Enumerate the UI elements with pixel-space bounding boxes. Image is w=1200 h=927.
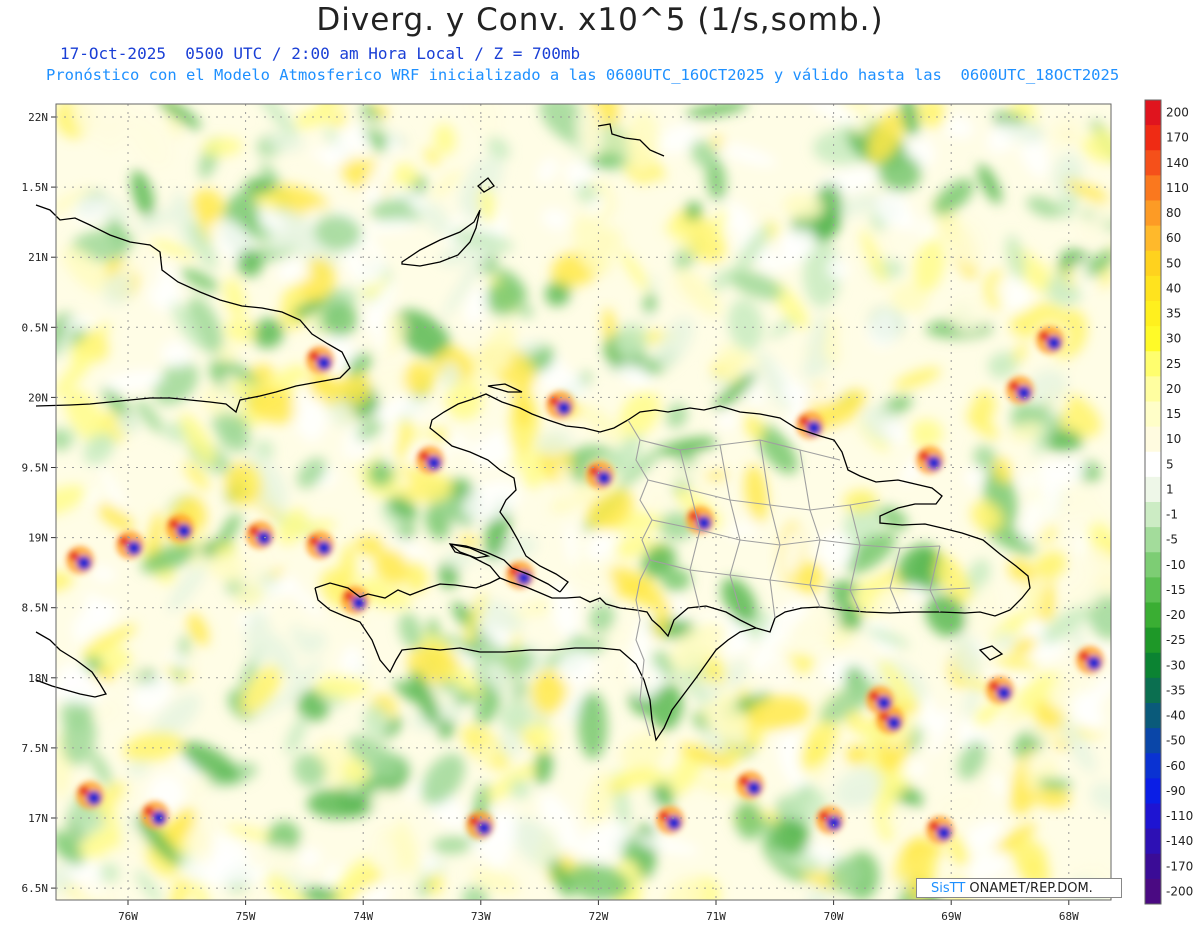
divergence-map: 22N 1.5N 21N 0.5N 20N 9.5N 19N 8.5N 18N 7.5N 17N 6.… bbox=[22, 99, 1193, 923]
lon-label: 71W bbox=[706, 910, 726, 923]
colorbar-swatch bbox=[1145, 351, 1161, 377]
lon-label: 73W bbox=[471, 910, 491, 923]
colorbar-swatch bbox=[1145, 476, 1161, 503]
lon-label: 75W bbox=[236, 910, 256, 923]
colorbar-label: 170 bbox=[1166, 131, 1189, 145]
colorbar-swatch bbox=[1145, 778, 1161, 804]
colorbar-label: 110 bbox=[1166, 181, 1189, 195]
colorbar-label: 200 bbox=[1166, 106, 1189, 120]
colorbar-label: 1 bbox=[1166, 482, 1174, 496]
lat-label: 20N bbox=[28, 391, 48, 404]
colorbar-label: 10 bbox=[1166, 432, 1181, 446]
lon-label: 72W bbox=[588, 910, 608, 923]
colorbar-label: -25 bbox=[1166, 633, 1186, 647]
colorbar-label: -10 bbox=[1166, 558, 1186, 572]
colorbar-swatch bbox=[1145, 652, 1161, 679]
colorbar-swatch bbox=[1145, 225, 1161, 252]
colorbar-swatch bbox=[1145, 301, 1161, 327]
colorbar-label: -200 bbox=[1166, 884, 1193, 898]
colorbar-label: -50 bbox=[1166, 734, 1186, 748]
colorbar-swatch bbox=[1145, 552, 1161, 578]
lon-label: 69W bbox=[941, 910, 961, 923]
colorbar: 200 170 140 110 80 60 50 40 35 30 25 20 15 10 5 1 -1 -5 -1… bbox=[1144, 99, 1193, 905]
colorbar-swatch bbox=[1145, 728, 1161, 754]
colorbar-label: -90 bbox=[1166, 784, 1186, 798]
colorbar-swatch bbox=[1145, 426, 1161, 453]
colorbar-label: -170 bbox=[1166, 859, 1193, 873]
colorbar-swatch bbox=[1145, 677, 1161, 704]
colorbar-swatch bbox=[1145, 150, 1161, 176]
lon-label: 76W bbox=[118, 910, 138, 923]
colorbar-swatch bbox=[1145, 502, 1161, 528]
colorbar-swatch bbox=[1145, 275, 1161, 302]
colorbar-swatch bbox=[1145, 175, 1161, 201]
colorbar-swatch bbox=[1145, 577, 1161, 603]
colorbar-swatch bbox=[1145, 326, 1161, 352]
lat-label: 1.5N bbox=[22, 181, 49, 194]
credit-text: ONAMET/REP.DOM. bbox=[965, 881, 1093, 896]
lon-label: 70W bbox=[824, 910, 844, 923]
colorbar-swatch bbox=[1145, 100, 1161, 126]
colorbar-label: 140 bbox=[1166, 156, 1189, 170]
colorbar-label: -20 bbox=[1166, 608, 1186, 622]
colorbar-swatch bbox=[1145, 250, 1161, 277]
colorbar-label: -5 bbox=[1166, 533, 1178, 547]
colorbar-label: 5 bbox=[1166, 457, 1174, 471]
colorbar-label: 35 bbox=[1166, 307, 1181, 321]
colorbar-swatch bbox=[1145, 200, 1161, 227]
colorbar-label: -35 bbox=[1166, 683, 1186, 697]
colorbar-label: -30 bbox=[1166, 658, 1186, 672]
colorbar-swatch bbox=[1145, 803, 1161, 830]
lat-label: 21N bbox=[28, 251, 48, 264]
colorbar-swatch bbox=[1145, 828, 1161, 855]
lat-label: 19N bbox=[28, 532, 48, 545]
colorbar-label: 15 bbox=[1166, 407, 1181, 421]
lat-label: 8.5N bbox=[22, 602, 49, 615]
lat-label: 7.5N bbox=[22, 742, 49, 755]
colorbar-swatch bbox=[1145, 703, 1161, 729]
colorbar-swatch bbox=[1145, 753, 1161, 779]
colorbar-swatch bbox=[1145, 853, 1161, 880]
colorbar-swatch bbox=[1145, 878, 1161, 905]
colorbar-swatch bbox=[1145, 527, 1161, 553]
colorbar-label: -1 bbox=[1166, 508, 1178, 522]
colorbar-label: 60 bbox=[1166, 231, 1181, 245]
lat-label: 22N bbox=[28, 111, 48, 124]
colorbar-swatch bbox=[1145, 451, 1161, 478]
colorbar-label: 25 bbox=[1166, 357, 1181, 371]
colorbar-swatch bbox=[1145, 401, 1161, 428]
colorbar-swatch bbox=[1145, 376, 1161, 402]
colorbar-swatch bbox=[1145, 627, 1161, 654]
colorbar-label: 20 bbox=[1166, 382, 1181, 396]
colorbar-label: 80 bbox=[1166, 206, 1181, 220]
credit-box: SisTT ONAMET/REP.DOM. bbox=[916, 878, 1122, 898]
colorbar-label: -110 bbox=[1166, 809, 1193, 823]
colorbar-label: 40 bbox=[1166, 281, 1181, 295]
colorbar-label: -60 bbox=[1166, 759, 1186, 773]
colorbar-swatch bbox=[1145, 125, 1161, 151]
brand-logo-text: SisTT bbox=[931, 881, 966, 896]
lat-label: 17N bbox=[28, 812, 48, 825]
colorbar-label: 50 bbox=[1166, 256, 1181, 270]
lat-label: 6.5N bbox=[22, 882, 49, 895]
colorbar-label: -140 bbox=[1166, 834, 1193, 848]
colorbar-label: 30 bbox=[1166, 332, 1181, 346]
lat-label: 0.5N bbox=[22, 321, 49, 334]
lon-label: 68W bbox=[1059, 910, 1079, 923]
colorbar-label: -40 bbox=[1166, 709, 1186, 723]
colorbar-label: -15 bbox=[1166, 583, 1186, 597]
lat-label: 18N bbox=[28, 672, 48, 685]
colorbar-swatch bbox=[1145, 602, 1161, 629]
lon-label: 74W bbox=[353, 910, 373, 923]
lat-label: 9.5N bbox=[22, 462, 49, 475]
